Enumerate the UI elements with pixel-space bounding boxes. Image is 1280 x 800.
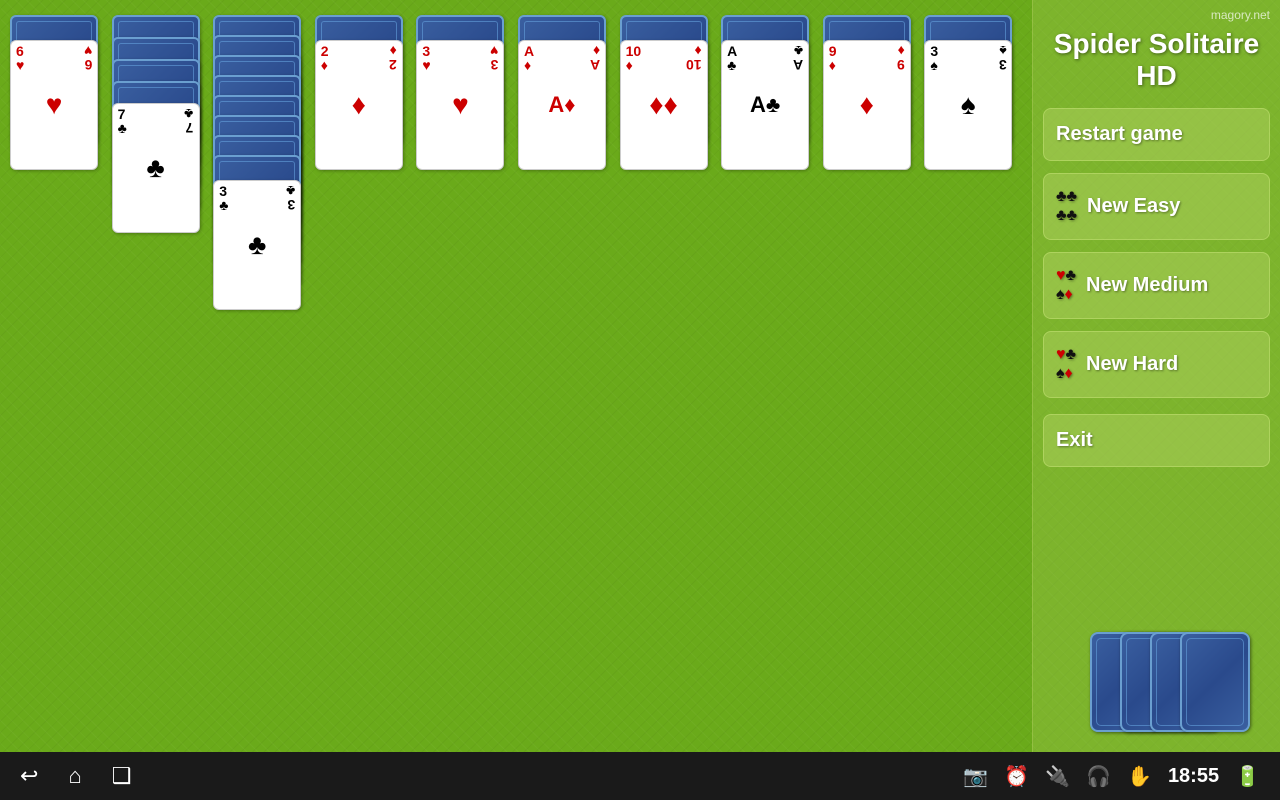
- deck-card-4: [1180, 632, 1250, 732]
- exit-label: Exit: [1056, 429, 1093, 452]
- bottom-bar: ↩ ⌂ ❑ 📷 ⏰ 🔌 🎧 ✋ 18:55 🔋: [0, 752, 1280, 800]
- column-4: 3♥ 3♥ ♥: [416, 15, 512, 245]
- headphone-icon: 🎧: [1086, 764, 1111, 789]
- card[interactable]: 7♣ 7♣ ♣: [112, 103, 200, 233]
- column-7: A♣ A♣ A♣: [721, 15, 817, 245]
- new-hard-label: New Hard: [1086, 353, 1178, 376]
- restart-label: Restart game: [1056, 123, 1183, 146]
- easy-icon: ♣♣ ♣♣: [1056, 188, 1077, 225]
- screenshot-icon: 📷: [963, 764, 988, 789]
- card[interactable]: 9♦ 9♦ ♦: [823, 40, 911, 170]
- new-hard-button[interactable]: ♥♣ ♠♦ New Hard: [1043, 331, 1270, 398]
- column-9: 3♠ 3♠ ♠: [924, 15, 1020, 245]
- new-easy-button[interactable]: ♣♣ ♣♣ New Easy: [1043, 173, 1270, 240]
- hand-icon: ✋: [1127, 764, 1152, 789]
- column-2: 3♣ 3♣ ♣: [213, 15, 309, 515]
- restart-button[interactable]: Restart game: [1043, 108, 1270, 161]
- time-display: 18:55: [1168, 765, 1219, 788]
- game-title: Spider Solitaire HD: [1043, 28, 1270, 92]
- new-medium-button[interactable]: ♥♣ ♠♦ New Medium: [1043, 252, 1270, 319]
- card[interactable]: 10♦ 10♦ ♦♦: [620, 40, 708, 170]
- hard-icon: ♥♣ ♠♦: [1056, 346, 1076, 383]
- card[interactable]: 6♥ 6♥ ♥: [10, 40, 98, 170]
- column-6: 10♦ 10♦ ♦♦: [620, 15, 716, 245]
- card[interactable]: 3♣ 3♣ ♣: [213, 180, 301, 310]
- recent-apps-button[interactable]: ❑: [112, 763, 132, 789]
- columns: 6♥ 6♥ ♥ 7♣ 7♣ ♣: [10, 10, 1020, 515]
- card[interactable]: A♦ A♦ A♦: [518, 40, 606, 170]
- status-bar-right: 📷 ⏰ 🔌 🎧 ✋ 18:55 🔋: [963, 764, 1260, 789]
- column-3: 2♦ 2♦ ♦: [315, 15, 411, 245]
- column-8: 9♦ 9♦ ♦: [823, 15, 919, 245]
- column-1: 7♣ 7♣ ♣: [112, 15, 208, 335]
- column-0: 6♥ 6♥ ♥: [10, 15, 106, 235]
- column-5: A♦ A♦ A♦: [518, 15, 614, 245]
- deck-area[interactable]: [1090, 632, 1250, 742]
- alarm-icon: ⏰: [1004, 764, 1029, 789]
- plugin-icon: 🔌: [1045, 764, 1070, 789]
- card[interactable]: 3♥ 3♥ ♥: [416, 40, 504, 170]
- card[interactable]: 3♠ 3♠ ♠: [924, 40, 1012, 170]
- home-button[interactable]: ⌂: [68, 763, 81, 789]
- medium-icon: ♥♣ ♠♦: [1056, 267, 1076, 304]
- card[interactable]: A♣ A♣ A♣: [721, 40, 809, 170]
- back-button[interactable]: ↩: [20, 763, 38, 789]
- battery-icon: 🔋: [1235, 764, 1260, 789]
- new-easy-label: New Easy: [1087, 195, 1180, 218]
- exit-button[interactable]: Exit: [1043, 414, 1270, 467]
- new-medium-label: New Medium: [1086, 274, 1208, 297]
- site-name: magory.net: [1043, 8, 1270, 22]
- card[interactable]: 2♦ 2♦ ♦: [315, 40, 403, 170]
- game-area: 6♥ 6♥ ♥ 7♣ 7♣ ♣: [0, 0, 1030, 760]
